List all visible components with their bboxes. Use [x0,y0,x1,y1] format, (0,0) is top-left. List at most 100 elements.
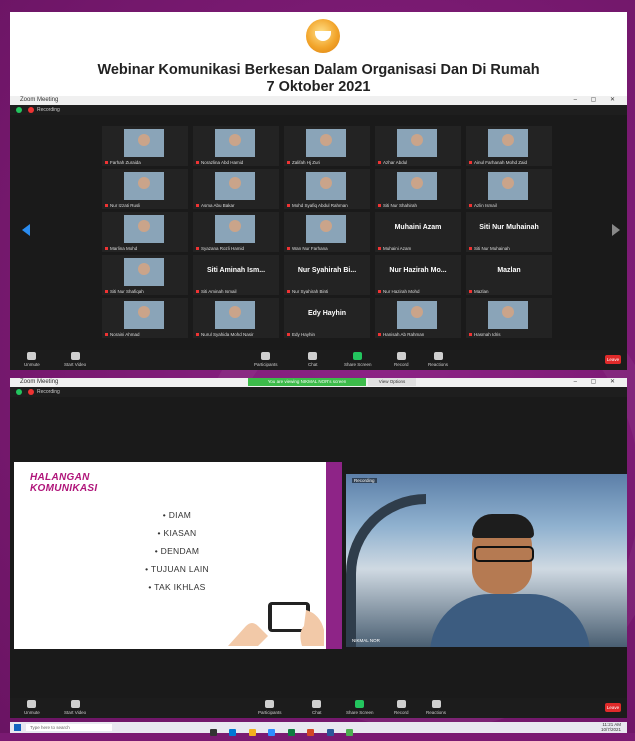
participant-video [488,172,528,200]
meeting-top-bar: Recording [10,387,627,397]
participant-tile[interactable]: Azhar Abdul [375,126,461,166]
unmute-button[interactable]: Unmute [24,700,40,715]
participant-tile[interactable]: Siti Nur Shahirah [375,169,461,209]
participants-button[interactable]: Participants [254,352,278,367]
video-top-label: Recording [352,478,377,483]
participant-name-label: Nur Syahirah Binti [287,289,367,294]
share-screen-button[interactable]: Share Screen [346,700,374,715]
participant-tile[interactable]: Nur Syahirah Bi... Nur Syahirah Binti [284,255,370,295]
participant-display-name: Muhaini Azam [394,224,442,231]
screen-share-banner: You are viewing NIKMAL NOR's screen [248,378,366,386]
record-button[interactable]: Record [394,700,409,715]
zoom-window-gallery: Zoom Meeting – ▢ ✕ Recording Farhah Zura… [10,96,627,370]
recording-dot-icon [28,107,34,113]
window-titlebar: Zoom Meeting – ▢ ✕ [10,96,627,105]
reactions-icon [431,700,441,708]
participant-name-label: Siti Aminah Ismail [196,289,276,294]
participant-name-label: Nur Hazirah Mohd [378,289,458,294]
participant-tile[interactable]: Syazana Rozli Hamid [193,212,279,252]
participant-tile[interactable]: Azlin Ismail [466,169,552,209]
chat-button[interactable]: Chat [308,352,318,367]
participant-tile[interactable]: Siti Nur Muhainah Siti Nur Muhainah [466,212,552,252]
participant-video [215,215,255,243]
security-shield-icon[interactable] [16,107,22,113]
leave-button[interactable]: Leave [605,703,621,712]
participant-tile[interactable]: Zalifah Hj Zuri [284,126,370,166]
participant-tile[interactable]: Noraini Ahmad [102,298,188,338]
participant-tile[interactable]: Hanisah Ab Rahman [375,298,461,338]
start-video-button[interactable]: Start Video [64,700,86,715]
participant-tile[interactable]: Siti Aminah Ism... Siti Aminah Ismail [193,255,279,295]
participant-tile[interactable]: Ainul Farhanah Mohd Zaid [466,126,552,166]
share-screen-icon [355,700,365,708]
participants-button[interactable]: Participants [258,700,282,715]
participant-tile[interactable]: Mazlan Mazlan [466,255,552,295]
participant-name-label: Ainul Farhanah Mohd Zaid [469,160,549,165]
participant-video [397,172,437,200]
participant-video [124,215,164,243]
speaker-hair [472,514,534,538]
participant-video [488,301,528,329]
speaker-shirt [430,594,590,647]
participant-tile[interactable]: Nurul Syahida Mohd Nasir [193,298,279,338]
window-controls[interactable]: – ▢ ✕ [574,378,621,387]
participant-display-name: Siti Aminah Ism... [206,267,266,274]
participant-tile[interactable]: Asma Abu Bakar [193,169,279,209]
chat-icon [312,700,322,708]
participant-display-name: Nur Syahirah Bi... [297,267,357,274]
video-camera-icon [70,700,80,708]
participant-tile[interactable]: Edy Hayhin Edy Hayhin [284,298,370,338]
participant-tile[interactable]: Muhaini Azam Muhaini Azam [375,212,461,252]
previous-page-arrow-icon[interactable] [22,224,30,236]
record-button[interactable]: Record [394,352,409,367]
window-title: Zoom Meeting [20,97,59,103]
next-page-arrow-icon[interactable] [612,224,620,236]
participant-video [488,129,528,157]
share-screen-button[interactable]: Share Screen [344,352,372,367]
participant-display-name: Siti Nur Muhainah [479,224,539,231]
participant-tile[interactable]: Wan Nur Farhana [284,212,370,252]
window-title: Zoom Meeting [20,379,59,385]
recording-label: Recording [37,107,60,113]
leave-button[interactable]: Leave [605,355,621,364]
participant-tile[interactable]: Nur Izzati Rusli [102,169,188,209]
participants-icon [261,352,271,360]
participant-video [124,301,164,329]
chat-button[interactable]: Chat [312,700,322,715]
reactions-button[interactable]: Reactions [426,700,446,715]
participant-tile[interactable]: Siti Nur Shafiqah [102,255,188,295]
view-options-button[interactable]: View Options [368,378,416,386]
slide-bullet: • TUJUAN LAIN [145,564,209,574]
start-video-button[interactable]: Start Video [64,352,86,367]
participant-tile[interactable]: Nur Hazirah Mo... Nur Hazirah Mohd [375,255,461,295]
slide-bullet: • KIASAN [157,528,197,538]
reactions-icon [433,352,443,360]
participant-tile[interactable]: Farhah Zuraida [102,126,188,166]
window-controls[interactable]: – ▢ ✕ [574,96,621,105]
recording-label: Recording [37,389,60,395]
recording-dot-icon [28,389,34,395]
reactions-button[interactable]: Reactions [428,352,448,367]
participant-name-label: Muhaini Azam [378,246,458,251]
participant-name-label: Nurul Syahida Mohd Nasir [196,332,276,337]
phone-hand-illustration-icon [228,602,324,646]
participant-name-label: Mohd Syafiq Abdul Rahman [287,203,367,208]
slide-bullet: • TAK IKHLAS [148,582,206,592]
participant-video [215,301,255,329]
security-shield-icon[interactable] [16,389,22,395]
participant-tile[interactable]: Marlina Mohd [102,212,188,252]
windows-start-icon[interactable] [14,724,21,731]
participant-tile[interactable]: Mohd Syafiq Abdul Rahman [284,169,370,209]
participant-name-label: Siti Nur Muhainah [469,246,549,251]
organization-logo-icon [306,19,340,53]
unmute-button[interactable]: Unmute [24,352,40,367]
speaker-video[interactable]: Recording NIKMAL NOR [346,474,627,647]
participant-tile[interactable]: Norazlina Abd Hamid [193,126,279,166]
participant-display-name: Edy Hayhin [307,310,347,317]
participant-video [397,129,437,157]
webinar-date: 7 Oktober 2021 [266,79,371,95]
taskbar-search-input[interactable]: Type here to search [26,724,112,731]
record-icon [396,700,406,708]
speaker-glasses [474,546,534,562]
participant-tile[interactable]: Hasmah Idris [466,298,552,338]
